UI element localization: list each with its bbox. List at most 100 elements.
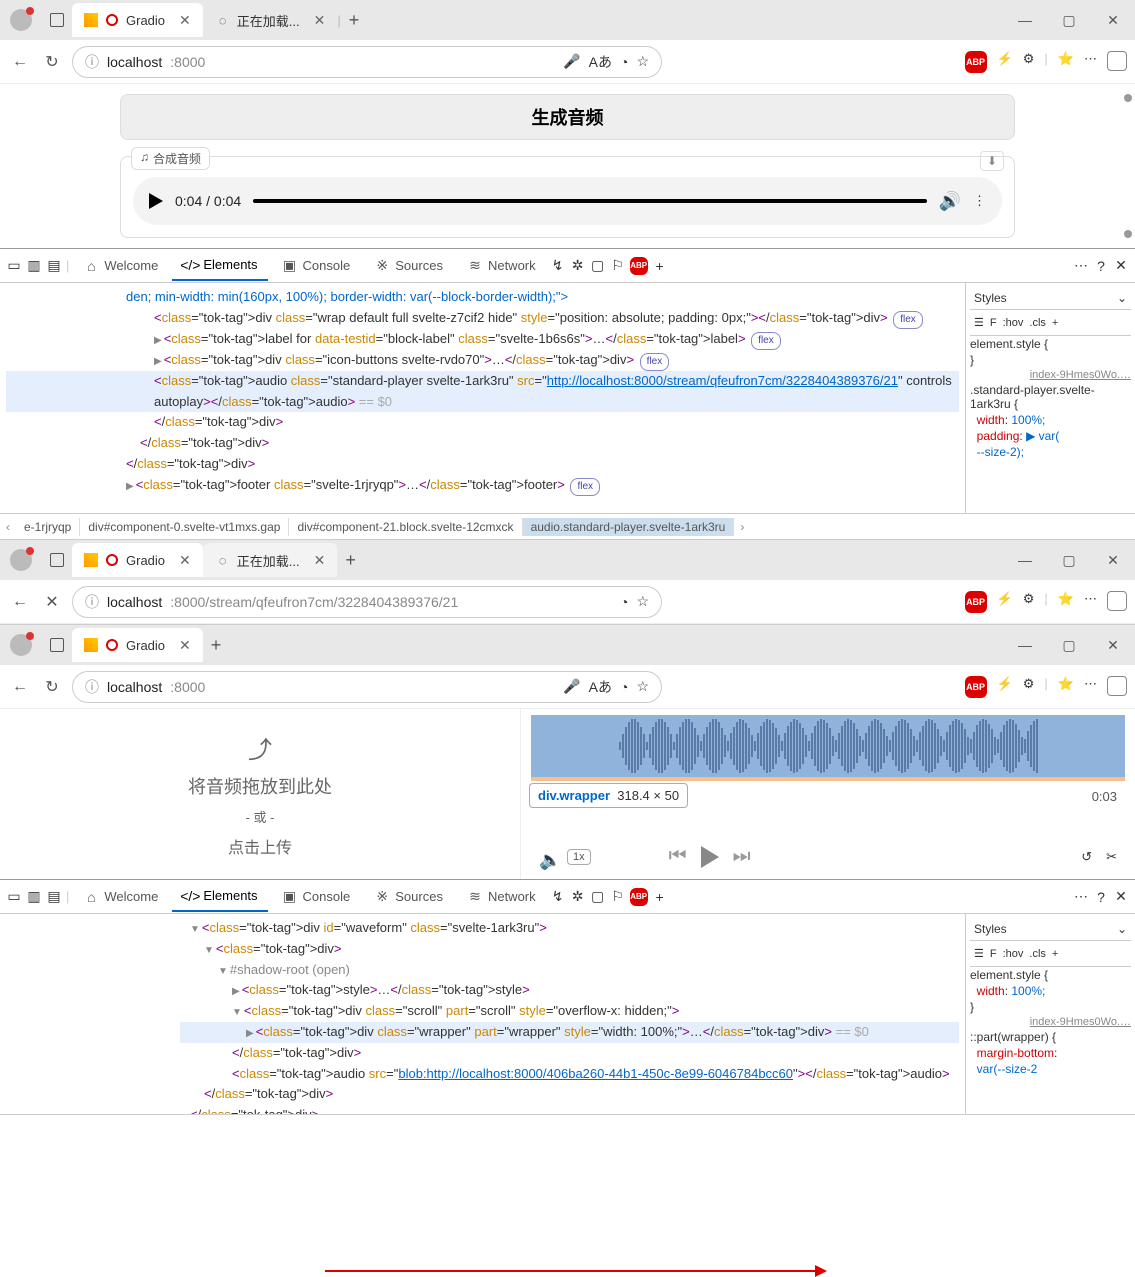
ext-icon[interactable]: ⚡ bbox=[997, 51, 1013, 73]
minimize-button[interactable]: — bbox=[1003, 12, 1047, 29]
sidebar-icon[interactable] bbox=[1107, 676, 1127, 696]
tab-close-icon[interactable]: ✕ bbox=[179, 637, 191, 654]
maximize-button[interactable]: ▢ bbox=[1047, 552, 1091, 569]
minimize-button[interactable]: — bbox=[1003, 637, 1047, 654]
dt-sources[interactable]: ※Sources bbox=[364, 883, 453, 911]
tab-loading[interactable]: ◌ 正在加载... ✕ bbox=[203, 543, 338, 577]
progress-bar[interactable] bbox=[253, 199, 926, 203]
upload-dropzone[interactable]: ⤴ 将音频拖放到此处 - 或 - 点击上传 bbox=[0, 709, 520, 879]
tab-gradio[interactable]: Gradio ✕ bbox=[72, 3, 203, 37]
download-button[interactable]: ⬇ bbox=[980, 151, 1004, 171]
mic-icon[interactable]: 🎤 bbox=[563, 678, 580, 695]
favorite-icon[interactable]: ☆ bbox=[636, 593, 649, 610]
dock-icon[interactable]: ▤ bbox=[46, 889, 62, 905]
url-input[interactable]: ⓘ localhost:8000 🎤 Aあ ◔ ☆ bbox=[72, 671, 662, 703]
undo-icon[interactable]: ↺ bbox=[1081, 849, 1092, 865]
menu-icon[interactable]: ⋯ bbox=[1084, 676, 1097, 698]
profile-avatar[interactable] bbox=[10, 634, 32, 656]
dt-welcome[interactable]: ⌂Welcome bbox=[73, 883, 168, 911]
refresh-button[interactable]: ↻ bbox=[40, 675, 64, 699]
refresh-button[interactable]: ↻ bbox=[40, 50, 64, 74]
adblock-icon[interactable]: ABP bbox=[965, 51, 987, 73]
edge-icon[interactable]: ◔ bbox=[620, 594, 628, 610]
new-tab-button[interactable]: + bbox=[345, 550, 356, 571]
back-button[interactable]: ← bbox=[8, 675, 32, 699]
inspect-icon[interactable]: ▭ bbox=[6, 258, 22, 274]
breadcrumbs[interactable]: ‹ e-1rjryqp div#component-0.svelte-vt1mx… bbox=[0, 513, 1135, 539]
tab-loading[interactable]: ◌ 正在加载... ✕ bbox=[203, 3, 338, 37]
extensions-icon[interactable]: ⚙ bbox=[1023, 676, 1035, 698]
dt-network[interactable]: ≋Network bbox=[457, 252, 546, 280]
extensions-icon[interactable]: ⚙ bbox=[1023, 51, 1035, 73]
scroll-up-icon[interactable] bbox=[1124, 94, 1132, 102]
device-icon[interactable]: ▥ bbox=[26, 258, 42, 274]
dt-close-icon[interactable]: ✕ bbox=[1113, 258, 1129, 274]
translate-icon[interactable]: Aあ bbox=[589, 677, 612, 697]
tab-gradio[interactable]: Gradio ✕ bbox=[72, 628, 203, 662]
menu-icon[interactable]: ⋯ bbox=[1084, 591, 1097, 613]
edge-icon[interactable]: ◔ bbox=[620, 679, 628, 695]
styles-pane[interactable]: Styles⌄ ☰F:hov.cls+ element.style { widt… bbox=[965, 914, 1135, 1114]
dt-elements[interactable]: </>Elements bbox=[172, 251, 267, 281]
filter-icon[interactable]: ☰ bbox=[974, 316, 984, 329]
mic-icon[interactable]: 🎤 bbox=[563, 53, 580, 70]
dt-menu-icon[interactable]: ⋯ bbox=[1073, 258, 1089, 274]
tab-close-icon[interactable]: ✕ bbox=[314, 12, 326, 29]
tab-close-icon[interactable]: ✕ bbox=[179, 552, 191, 569]
profile-avatar[interactable] bbox=[10, 9, 32, 31]
app-icon[interactable]: ▢ bbox=[590, 258, 606, 274]
inspect-icon[interactable]: ▭ bbox=[6, 889, 22, 905]
help-icon[interactable]: ? bbox=[1093, 258, 1109, 274]
more-icon[interactable]: ⋮ bbox=[973, 193, 986, 209]
tab-close-icon[interactable]: ✕ bbox=[314, 552, 326, 569]
close-button[interactable]: ✕ bbox=[1091, 552, 1135, 569]
sidebar-icon[interactable] bbox=[1107, 591, 1127, 611]
dt-network[interactable]: ≋Network bbox=[457, 883, 546, 911]
dom-tree[interactable]: ▼<class="tok-tag">div id="waveform" clas… bbox=[0, 914, 965, 1114]
perf-icon[interactable]: ↯ bbox=[550, 258, 566, 274]
generate-audio-button[interactable]: 生成音频 bbox=[120, 94, 1015, 140]
workspace-icon[interactable] bbox=[50, 638, 64, 652]
dock-icon[interactable]: ▤ bbox=[46, 258, 62, 274]
extensions-icon[interactable]: ⚙ bbox=[1023, 591, 1035, 613]
favorites-bar-icon[interactable]: ⭐ bbox=[1058, 591, 1074, 613]
tab-close-icon[interactable]: ✕ bbox=[179, 12, 191, 29]
new-tab-button[interactable]: + bbox=[349, 10, 360, 31]
add-rule-icon[interactable]: + bbox=[1052, 317, 1058, 329]
url-input[interactable]: ⓘ localhost:8000/stream/qfeufron7cm/3228… bbox=[72, 586, 662, 618]
speed-button[interactable]: 1x bbox=[567, 849, 591, 865]
skip-back-icon[interactable]: ⏮ bbox=[669, 845, 687, 868]
styles-pane[interactable]: Styles⌄ ☰F:hov.cls+ element.style {}inde… bbox=[965, 283, 1135, 513]
tab-gradio[interactable]: Gradio ✕ bbox=[72, 543, 203, 577]
volume-icon[interactable]: 🔊 bbox=[939, 191, 961, 212]
ext-icon[interactable]: ⚡ bbox=[997, 591, 1013, 613]
mute-icon[interactable]: 🔈 bbox=[539, 850, 553, 864]
ext-icon[interactable]: ⚡ bbox=[997, 676, 1013, 698]
dt-console[interactable]: ▣Console bbox=[272, 883, 361, 911]
back-button[interactable]: ← bbox=[8, 590, 32, 614]
plus-icon[interactable]: + bbox=[652, 258, 668, 274]
favorites-bar-icon[interactable]: ⭐ bbox=[1058, 51, 1074, 73]
close-button[interactable]: ✕ bbox=[1091, 637, 1135, 654]
new-tab-button[interactable]: + bbox=[211, 635, 222, 656]
dom-tree[interactable]: den; min-width: min(160px, 100%); border… bbox=[0, 283, 965, 513]
audio-player[interactable]: 0:04 / 0:04 🔊 ⋮ bbox=[133, 177, 1002, 225]
crumb-next[interactable]: › bbox=[734, 520, 750, 534]
profile-avatar[interactable] bbox=[10, 549, 32, 571]
menu-icon[interactable]: ⋯ bbox=[1084, 51, 1097, 73]
abp-devtools-icon[interactable]: ABP bbox=[630, 257, 648, 275]
maximize-button[interactable]: ▢ bbox=[1047, 12, 1091, 29]
edge-icon[interactable]: ◔ bbox=[620, 54, 628, 70]
workspace-icon[interactable] bbox=[50, 553, 64, 567]
sidebar-icon[interactable] bbox=[1107, 51, 1127, 71]
adblock-icon[interactable]: ABP bbox=[965, 676, 987, 698]
favorite-icon[interactable]: ☆ bbox=[636, 678, 649, 695]
favorites-bar-icon[interactable]: ⭐ bbox=[1058, 676, 1074, 698]
dt-sources[interactable]: ※Sources bbox=[364, 252, 453, 280]
mem-icon[interactable]: ✲ bbox=[570, 258, 586, 274]
play-button[interactable] bbox=[149, 193, 163, 209]
waveform[interactable] bbox=[531, 715, 1125, 781]
dt-elements[interactable]: </>Elements bbox=[172, 882, 267, 912]
chevron-down-icon[interactable]: ⌄ bbox=[1117, 291, 1127, 305]
minimize-button[interactable]: — bbox=[1003, 552, 1047, 569]
